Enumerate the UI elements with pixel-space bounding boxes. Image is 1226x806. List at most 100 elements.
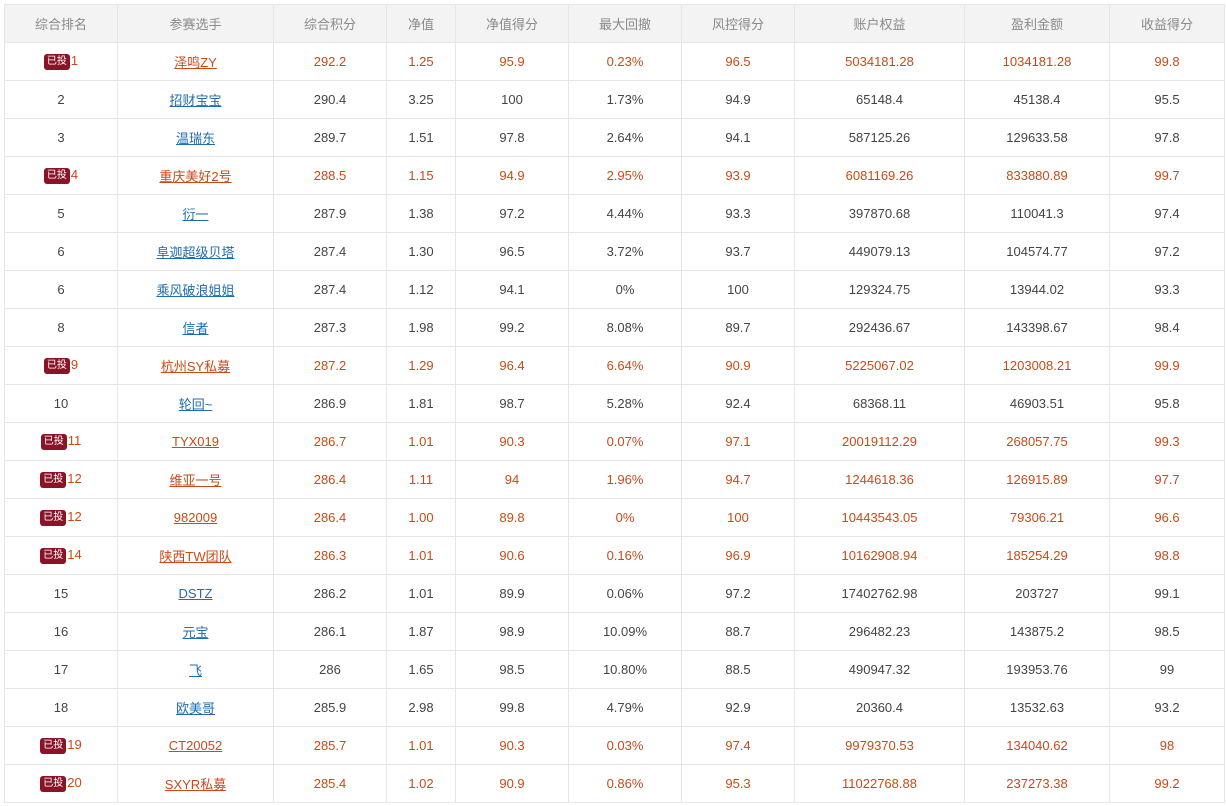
player-cell: 阜迦超级贝塔 <box>117 232 274 271</box>
nav-cell: 1.87 <box>386 612 456 651</box>
nav-cell: 1.25 <box>386 42 456 81</box>
nav-cell: 1.15 <box>386 156 456 195</box>
rank-cell: 已投 9 <box>4 346 118 385</box>
profit-cell: 833880.89 <box>964 156 1110 195</box>
player-link[interactable]: SXYR私募 <box>165 777 226 792</box>
return-score-cell: 97.4 <box>1109 194 1225 233</box>
rank-cell: 已投 19 <box>4 726 118 765</box>
nav-cell: 3.25 <box>386 80 456 119</box>
player-link[interactable]: 招财宝宝 <box>169 93 221 108</box>
rank-value: 18 <box>53 700 69 715</box>
header-profit: 盈利金额 <box>964 4 1110 43</box>
score-cell: 287.3 <box>273 308 387 347</box>
nav-cell: 1.00 <box>386 498 456 537</box>
score-cell: 286.1 <box>273 612 387 651</box>
table-row: 已投 1 泽鸣ZY 292.2 1.25 95.9 0.23% 96.5 5034181.28 1… <box>4 42 1225 81</box>
drawdown-cell: 0.86% <box>568 764 682 803</box>
table-row: 已投 9 杭州SY私募 287.2 1.29 96.4 6.64% 90.9 5225067.0… <box>4 346 1225 385</box>
profit-cell: 193953.76 <box>964 650 1110 689</box>
nav-cell: 1.30 <box>386 232 456 271</box>
risk-score-cell: 93.3 <box>681 194 795 233</box>
player-link[interactable]: 阜迦超级贝塔 <box>156 245 234 260</box>
return-score-cell: 98.5 <box>1109 612 1225 651</box>
nav-cell: 1.65 <box>386 650 456 689</box>
player-link[interactable]: 982009 <box>174 510 217 525</box>
rank-value: 16 <box>53 624 69 639</box>
table-row: 17 飞 286 1.65 98.5 10.80% 88.5 490947.32 193953.… <box>4 650 1225 689</box>
nav-score-cell: 94.9 <box>455 156 569 195</box>
rank-value: 3 <box>57 130 65 145</box>
risk-score-cell: 100 <box>681 498 795 537</box>
player-cell: 陕西TW团队 <box>117 536 274 575</box>
table-row: 10 轮回~ 286.9 1.81 98.7 5.28% 92.4 68368.11 46903… <box>4 384 1225 423</box>
return-score-cell: 93.2 <box>1109 688 1225 727</box>
drawdown-cell: 0.06% <box>568 574 682 613</box>
table-row: 8 信者 287.3 1.98 99.2 8.08% 89.7 292436.67 143398… <box>4 308 1225 347</box>
player-link[interactable]: 泽鸣ZY <box>174 55 217 70</box>
player-link[interactable]: 衍一 <box>182 207 208 222</box>
player-cell: 飞 <box>117 650 274 689</box>
score-cell: 287.2 <box>273 346 387 385</box>
nav-cell: 1.12 <box>386 270 456 309</box>
drawdown-cell: 8.08% <box>568 308 682 347</box>
return-score-cell: 99.8 <box>1109 42 1225 81</box>
player-link[interactable]: 飞 <box>189 663 202 678</box>
player-link[interactable]: 信者 <box>182 321 208 336</box>
rank-value: 14 <box>67 547 82 562</box>
player-link[interactable]: TYX019 <box>172 434 219 449</box>
player-link[interactable]: 轮回~ <box>179 397 213 412</box>
return-score-cell: 97.2 <box>1109 232 1225 271</box>
nav-score-cell: 90.3 <box>455 422 569 461</box>
rank-value: 2 <box>57 92 65 107</box>
rank-cell: 5 <box>4 194 118 233</box>
table-row: 2 招财宝宝 290.4 3.25 100 1.73% 94.9 65148.4 45138.4… <box>4 80 1225 119</box>
profit-cell: 104574.77 <box>964 232 1110 271</box>
player-link[interactable]: DSTZ <box>179 586 213 601</box>
drawdown-cell: 5.28% <box>568 384 682 423</box>
table-row: 6 阜迦超级贝塔 287.4 1.30 96.5 3.72% 93.7 449079.13 10… <box>4 232 1225 271</box>
profit-cell: 268057.75 <box>964 422 1110 461</box>
nav-score-cell: 100 <box>455 80 569 119</box>
player-link[interactable]: 温瑞东 <box>176 131 215 146</box>
rank-cell: 16 <box>4 612 118 651</box>
player-cell: 轮回~ <box>117 384 274 423</box>
return-score-cell: 99.1 <box>1109 574 1225 613</box>
player-link[interactable]: 乘风破浪姐姐 <box>156 283 234 298</box>
table-row: 已投 12 维亚一号 286.4 1.11 94 1.96% 94.7 1244618.36 12… <box>4 460 1225 499</box>
equity-cell: 20019112.29 <box>794 422 965 461</box>
rank-value: 12 <box>67 509 82 524</box>
profit-cell: 143398.67 <box>964 308 1110 347</box>
player-link[interactable]: 杭州SY私募 <box>161 359 230 374</box>
equity-cell: 129324.75 <box>794 270 965 309</box>
player-link[interactable]: 欧美哥 <box>176 701 215 716</box>
nav-score-cell: 89.9 <box>455 574 569 613</box>
player-cell: 杭州SY私募 <box>117 346 274 385</box>
player-link[interactable]: 重庆美好2号 <box>159 169 231 184</box>
equity-cell: 10162908.94 <box>794 536 965 575</box>
return-score-cell: 95.8 <box>1109 384 1225 423</box>
rank-cell: 已投 11 <box>4 422 118 461</box>
profit-cell: 13532.63 <box>964 688 1110 727</box>
equity-cell: 11022768.88 <box>794 764 965 803</box>
rank-cell: 8 <box>4 308 118 347</box>
risk-score-cell: 96.5 <box>681 42 795 81</box>
score-cell: 286.3 <box>273 536 387 575</box>
score-cell: 286.2 <box>273 574 387 613</box>
equity-cell: 20360.4 <box>794 688 965 727</box>
risk-score-cell: 88.5 <box>681 650 795 689</box>
drawdown-cell: 0.16% <box>568 536 682 575</box>
risk-score-cell: 97.2 <box>681 574 795 613</box>
nav-score-cell: 98.5 <box>455 650 569 689</box>
score-cell: 285.9 <box>273 688 387 727</box>
player-link[interactable]: 元宝 <box>182 625 208 640</box>
equity-cell: 1244618.36 <box>794 460 965 499</box>
invested-badge: 已投 <box>43 358 70 374</box>
player-link[interactable]: 维亚一号 <box>169 473 221 488</box>
table-row: 3 温瑞东 289.7 1.51 97.8 2.64% 94.1 587125.26 12963… <box>4 118 1225 157</box>
profit-cell: 126915.89 <box>964 460 1110 499</box>
drawdown-cell: 0% <box>568 498 682 537</box>
player-link[interactable]: 陕西TW团队 <box>159 549 231 564</box>
nav-cell: 1.01 <box>386 726 456 765</box>
table-row: 已投 20 SXYR私募 285.4 1.02 90.9 0.86% 95.3 11022768… <box>4 764 1225 803</box>
player-link[interactable]: CT20052 <box>169 738 222 753</box>
